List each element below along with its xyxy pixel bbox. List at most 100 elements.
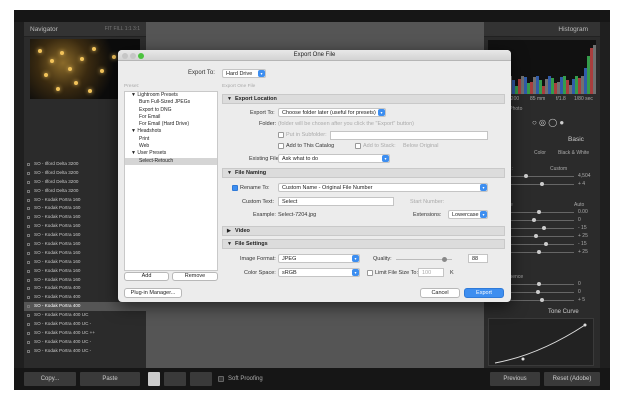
dialog-preset-item[interactable]: Print	[125, 136, 217, 143]
subfolder-checkbox[interactable]	[278, 132, 284, 138]
file-settings-section[interactable]: ▼ File Settings	[222, 239, 505, 249]
preset-icon	[27, 340, 30, 344]
cancel-button[interactable]: Cancel	[420, 288, 460, 298]
adjust-slider[interactable]	[504, 290, 574, 294]
rename-checkbox[interactable]	[232, 185, 238, 191]
before-after-icon[interactable]	[164, 372, 186, 386]
remove-preset-button[interactable]: Remove	[172, 272, 218, 281]
image-format-select[interactable]: JPEG ▾	[278, 254, 360, 263]
tone-curve-graph[interactable]	[488, 318, 594, 366]
dialog-preset-item[interactable]: ▼ User Presets	[125, 150, 217, 157]
adjust-slider[interactable]	[504, 282, 574, 286]
copy-button[interactable]: Copy...	[24, 372, 76, 386]
video-section[interactable]: ▶ Video	[222, 226, 505, 236]
existing-files-select[interactable]: Ask what to do ▾	[278, 154, 390, 163]
paste-button[interactable]: Paste	[80, 372, 140, 386]
add-catalog-checkbox[interactable]	[278, 143, 284, 149]
file-naming-section[interactable]: ▼ File Naming	[222, 168, 505, 178]
adjust-slider[interactable]	[504, 218, 574, 222]
preset-item[interactable]: SO - Kodak Portra 400 UC -	[24, 347, 146, 356]
adjust-slider[interactable]	[504, 250, 574, 254]
preset-item-label: SO - Kodak Portra 400 UC	[34, 312, 89, 318]
previous-button[interactable]: Previous	[490, 372, 540, 386]
adjust-slider[interactable]	[504, 298, 574, 302]
view-mode-icon[interactable]	[148, 372, 160, 386]
dialog-title-bar: Export One File	[118, 50, 511, 61]
export-button[interactable]: Export	[464, 288, 504, 298]
bottom-bar: Copy... Paste Soft Proofing Previous Res…	[14, 368, 610, 390]
wb-value[interactable]: Custom	[550, 166, 567, 172]
dialog-preset-item[interactable]: Web	[125, 143, 217, 150]
add-stack-checkbox[interactable]	[355, 143, 361, 149]
preset-item[interactable]: SO - Kodak Portra 400 UC ++	[24, 329, 146, 338]
file-settings-title: File Settings	[235, 241, 268, 247]
extensions-select[interactable]: Lowercase ▾	[448, 210, 488, 219]
slider-knob[interactable]	[535, 290, 540, 294]
slider-knob[interactable]	[533, 234, 538, 238]
plugin-manager-button[interactable]: Plug-in Manager...	[124, 288, 182, 298]
slider-knob[interactable]	[537, 210, 541, 214]
custom-text-input[interactable]: Select	[278, 197, 394, 206]
preset-icon	[27, 260, 30, 264]
slider-knob[interactable]	[537, 250, 541, 254]
quality-input[interactable]: 88	[468, 254, 488, 263]
slider-knob[interactable]	[540, 298, 545, 302]
add-preset-button[interactable]: Add	[124, 272, 169, 281]
minimize-icon[interactable]	[130, 53, 136, 59]
zoom-icon[interactable]	[138, 53, 144, 59]
preset-item[interactable]: SO - Kodak Portra 400	[24, 302, 146, 312]
auto-button[interactable]: Auto	[574, 202, 584, 208]
quality-label: Quality:	[373, 256, 392, 262]
basic-panel-title[interactable]: Basic	[568, 136, 584, 143]
adjust-slider[interactable]	[504, 234, 574, 238]
export-location-section[interactable]: ▼ Export Location	[222, 94, 505, 104]
adjust-slider[interactable]	[504, 210, 574, 214]
dialog-preset-item[interactable]: Burn Full-Sized JPEGs	[125, 99, 217, 106]
compare-icon[interactable]	[190, 372, 212, 386]
export-to-select[interactable]: Hard Drive ▾	[222, 69, 266, 78]
dialog-preset-item[interactable]: Select-Retouch	[125, 157, 217, 165]
preset-item-label: SO - Kodak Portra 160	[34, 241, 81, 247]
preset-item[interactable]: SO - Kodak Portra 400 UC -	[24, 320, 146, 329]
dialog-preset-item[interactable]: For Email	[125, 114, 217, 121]
tone-curve-title[interactable]: Tone Curve	[548, 309, 579, 315]
slider-knob[interactable]	[542, 226, 547, 230]
color-space-select[interactable]: sRGB ▾	[278, 268, 360, 277]
adjust-slider[interactable]	[504, 226, 574, 230]
subfolder-input[interactable]	[330, 131, 488, 140]
dialog-preset-item[interactable]: For Email (Hard Drive)	[125, 121, 217, 128]
dialog-preset-item[interactable]: ▼ Headshots	[125, 128, 217, 135]
preset-item[interactable]: SO - Kodak Portra 400 UC	[24, 311, 146, 320]
quality-slider-knob[interactable]	[441, 257, 447, 262]
limit-size-checkbox[interactable]	[367, 270, 373, 276]
navigator-header[interactable]: Navigator FIT FILL 1:1 3:1	[24, 22, 146, 37]
slider-knob[interactable]	[543, 242, 548, 246]
preset-item[interactable]: SO - Kodak Portra 400 UC -	[24, 338, 146, 347]
adjust-slider[interactable]	[504, 242, 574, 246]
bw-tab[interactable]: Black & White	[558, 150, 589, 156]
slider-knob[interactable]	[537, 282, 541, 286]
chevron-down-icon: ▾	[480, 184, 487, 191]
navigator-zoom-options[interactable]: FIT FILL 1:1 3:1	[105, 22, 140, 37]
dialog-preset-item[interactable]: Export to DNG	[125, 107, 217, 114]
slider-knob[interactable]	[531, 218, 536, 222]
slider-knob[interactable]	[540, 182, 545, 186]
limit-size-input[interactable]: 100	[418, 268, 444, 277]
location-select[interactable]: Choose folder later (useful for presets)…	[278, 108, 386, 117]
preset-item-label: SO - Kodak Portra 400	[34, 294, 81, 300]
quality-slider-track[interactable]	[396, 257, 452, 262]
reset-button[interactable]: Reset (Adobe)	[544, 372, 600, 386]
slider-knob[interactable]	[523, 174, 528, 178]
adjust-slider[interactable]	[504, 174, 574, 178]
preset-item-label: SO - Ilford Delta 3200	[34, 178, 79, 184]
below-original-select[interactable]: Below Original	[403, 143, 438, 149]
soft-proofing-checkbox[interactable]	[218, 376, 224, 382]
close-icon[interactable]	[122, 53, 128, 59]
rename-template-select[interactable]: Custom Name - Original File Number ▾	[278, 183, 488, 192]
color-tab[interactable]: Color	[534, 150, 546, 156]
adjust-slider[interactable]	[504, 182, 574, 186]
histogram-header[interactable]: Histogram	[484, 22, 600, 37]
quality-value: 88	[472, 256, 479, 262]
dialog-preset-item[interactable]: ▼ Lightroom Presets	[125, 92, 217, 99]
tool-strip-icons[interactable]: ○ ◎ ◯ ●	[532, 118, 564, 127]
